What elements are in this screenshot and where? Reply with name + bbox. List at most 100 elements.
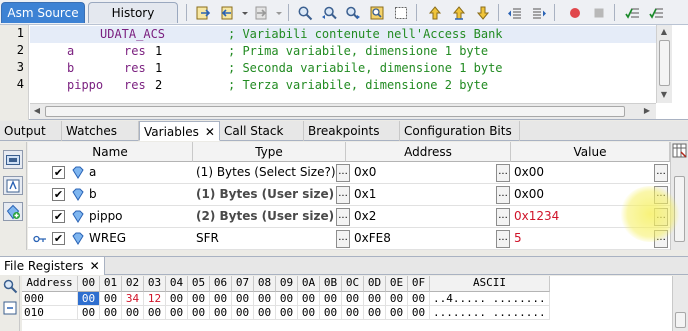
register-cell[interactable]: 00 [342,292,364,306]
editor-horizontal-scrollbar[interactable]: ◀ ▶ [30,103,656,119]
column-header-type[interactable]: Type [193,142,346,162]
register-cell[interactable]: 34 [122,292,144,306]
go-to-address-icon[interactable] [2,300,18,316]
add-watch-icon[interactable] [3,202,23,221]
scroll-thumb[interactable] [659,40,670,86]
back-forward-icon[interactable] [194,4,212,21]
value-edit-button[interactable]: ... [654,164,668,182]
tab-watches[interactable]: Watches [62,121,139,141]
register-cell[interactable]: 00 [210,292,232,306]
register-cell[interactable]: 00 [232,292,254,306]
table-row[interactable]: ✔ a (1) Bytes (Select Size?) ... 0x0 ...… [28,162,670,184]
type-edit-button[interactable]: ... [336,186,350,204]
type-edit-button[interactable]: ... [336,164,350,182]
shift-left-icon[interactable] [506,4,524,21]
next-bookmark-icon[interactable] [450,4,468,21]
address-edit-button[interactable]: ... [496,164,510,182]
register-cell[interactable]: 00 [320,292,342,306]
toggle-bookmark-icon[interactable] [392,4,410,21]
uncomment-icon[interactable] [648,4,666,21]
prev-bookmark-icon[interactable] [426,4,444,21]
chevron-down-icon[interactable] [270,4,282,21]
tab-output[interactable]: Output [0,121,62,141]
register-cell[interactable]: 00 [386,292,408,306]
register-cell[interactable]: 12 [144,292,166,306]
register-cell[interactable]: 00 [100,306,122,320]
scroll-right-icon[interactable]: ▶ [640,104,654,118]
watch-settings-icon[interactable] [3,150,23,169]
scroll-up-icon[interactable]: ▲ [657,25,671,39]
register-cell[interactable]: 00 [188,292,210,306]
address-edit-button[interactable]: ... [496,186,510,204]
tab-call-stack[interactable]: Call Stack [220,121,304,141]
file-registers-vertical-scrollbar[interactable] [672,276,688,331]
code-line[interactable]: UDATA_ACS ; Variabili contenute nell'Acc… [30,26,656,43]
asm-editor[interactable]: 1 2 3 4 UDATA_ACS ; Variabili contenute … [0,25,688,120]
find-prev-icon[interactable] [320,4,338,21]
register-cell[interactable]: 00 [276,306,298,320]
scroll-down-icon[interactable]: ▼ [657,88,671,102]
go-back-icon[interactable] [218,4,236,21]
column-chooser-icon[interactable] [672,143,687,158]
tab-breakpoints[interactable]: Breakpoints [304,121,400,141]
register-cell[interactable]: 00 [364,306,386,320]
register-cell[interactable]: 00 [78,292,100,306]
editor-vertical-scrollbar[interactable]: ▲ ▼ [656,25,672,103]
table-row[interactable]: ✔ b (1) Bytes (User size) ... 0x1 ... 0x… [28,184,670,206]
register-cell[interactable]: 00 [254,306,276,320]
column-header-address[interactable]: Address [346,142,511,162]
close-icon[interactable]: ✕ [205,125,215,139]
code-area[interactable]: UDATA_ACS ; Variabili contenute nell'Acc… [30,25,656,103]
register-cell[interactable]: 00 [408,292,430,306]
register-cell[interactable]: 00 [144,306,166,320]
code-line[interactable]: pippo res 2 ; Terza variabile, dimension… [30,77,656,94]
shift-right-icon[interactable] [530,4,548,21]
close-icon[interactable]: ✕ [90,259,100,273]
register-cell[interactable]: 00 [386,306,408,320]
register-cell[interactable]: 00 [232,306,254,320]
variable-value[interactable]: 0x00 [514,162,544,183]
scroll-left-icon[interactable]: ◀ [30,104,44,118]
register-cell[interactable]: 00 [100,292,122,306]
register-cell[interactable]: 00 [188,306,210,320]
tab-history[interactable]: History [88,2,178,23]
address-edit-button[interactable]: ... [496,208,510,226]
register-cell[interactable]: 00 [166,292,188,306]
tab-variables[interactable]: Variables ✕ [139,121,220,141]
watch-checkbox[interactable]: ✔ [52,232,65,245]
tab-file-registers[interactable]: File Registers ✕ [0,257,105,275]
column-header-name[interactable]: Name [28,142,193,162]
register-cell[interactable]: 00 [276,292,298,306]
scroll-thumb[interactable] [45,106,625,117]
variable-format-icon[interactable] [3,176,23,195]
comment-icon[interactable] [624,4,642,21]
start-macro-icon[interactable] [590,4,608,21]
register-cell[interactable]: 00 [166,306,188,320]
go-forward-icon[interactable] [252,4,270,21]
type-edit-button[interactable]: ... [336,208,350,226]
variable-value[interactable]: 5 [514,228,522,249]
watch-checkbox[interactable]: ✔ [52,210,65,223]
table-row[interactable]: ✔ WREG SFR ... 0xFE8 ... 5 ... [28,228,670,250]
code-line[interactable]: a res 1 ; Prima variabile, dimensione 1 … [30,43,656,60]
register-cell[interactable]: 00 [298,306,320,320]
tab-configuration-bits[interactable]: Configuration Bits [400,121,520,141]
watch-checkbox[interactable]: ✔ [52,188,65,201]
register-cell[interactable]: 00 [122,306,144,320]
variable-value[interactable]: 0x1234 [514,206,559,227]
code-line[interactable]: b res 1 ; Seconda variabile, dimensione … [30,60,656,77]
register-cell[interactable]: 00 [210,306,232,320]
type-edit-button[interactable]: ... [336,230,350,248]
table-row[interactable]: ✔ pippo (2) Bytes (User size) ... 0x2 ..… [28,206,670,228]
stop-macro-icon[interactable] [566,4,584,21]
register-cell[interactable]: 00 [320,306,342,320]
watch-checkbox[interactable]: ✔ [52,166,65,179]
register-cell[interactable]: 00 [342,306,364,320]
bookmark-down-icon[interactable] [474,4,492,21]
find-next-icon[interactable] [344,4,362,21]
column-header-value[interactable]: Value [511,142,670,162]
find-icon[interactable] [2,278,18,294]
tab-asm-source[interactable]: Asm Source [1,2,85,23]
scroll-thumb[interactable] [675,312,686,328]
register-cell[interactable]: 00 [298,292,320,306]
